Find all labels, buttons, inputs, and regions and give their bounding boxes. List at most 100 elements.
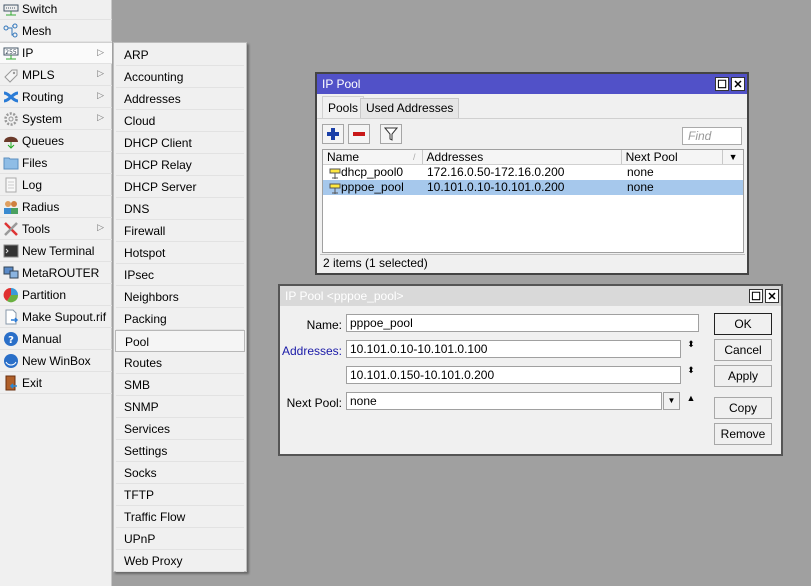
apply-button[interactable]: Apply <box>714 365 772 387</box>
sidebar-item-label: MPLS <box>22 67 55 82</box>
submenu-item-dns[interactable]: DNS <box>116 198 244 220</box>
sidebar-item-tools[interactable]: Tools ▷ <box>0 218 112 240</box>
column-header-addresses[interactable]: Addresses <box>423 150 622 164</box>
submenu-item-pool[interactable]: Pool <box>115 330 245 352</box>
submenu-item-settings[interactable]: Settings <box>116 440 244 462</box>
spin-updown-icon[interactable]: ⬍ <box>685 340 697 357</box>
filter-button[interactable] <box>380 124 402 144</box>
sidebar-item-queues[interactable]: Queues <box>0 130 112 152</box>
next-pool-select[interactable]: none <box>346 392 662 410</box>
submenu-item-neighbors[interactable]: Neighbors <box>116 286 244 308</box>
submenu-item-addresses[interactable]: Addresses <box>116 88 244 110</box>
name-label: Name: <box>306 318 342 332</box>
sidebar-item-switch[interactable]: Switch <box>0 0 112 20</box>
sidebar-item-system[interactable]: System ▷ <box>0 108 112 130</box>
submenu-item-dhcp-relay[interactable]: DHCP Relay <box>116 154 244 176</box>
remove-button[interactable] <box>348 124 370 144</box>
find-input[interactable]: Find <box>682 127 742 145</box>
tools-icon <box>4 221 18 236</box>
table-row[interactable]: dhcp_pool0 172.16.0.50-172.16.0.200 none <box>323 165 743 180</box>
column-header-name[interactable]: Name / <box>323 150 423 164</box>
sidebar-item-metarouter[interactable]: MetaROUTER <box>0 262 112 284</box>
switch-icon <box>3 4 19 15</box>
sidebar-item-radius[interactable]: Radius <box>0 196 112 218</box>
spin-updown-icon[interactable]: ⬍ <box>685 366 697 383</box>
sidebar-item-mpls[interactable]: MPLS ▷ <box>0 64 112 86</box>
submenu-item-arp[interactable]: ARP <box>116 44 244 66</box>
cancel-button[interactable]: Cancel <box>714 339 772 361</box>
close-icon[interactable]: ✕ <box>731 77 745 91</box>
sidebar-item-manual[interactable]: ? Manual <box>0 328 112 350</box>
sidebar-item-ip[interactable]: 255 IP ▷ <box>0 42 112 64</box>
submenu-item-services[interactable]: Services <box>116 418 244 440</box>
submenu-item-ipsec[interactable]: IPsec <box>116 264 244 286</box>
window-titlebar[interactable]: IP Pool ☐ ✕ <box>317 74 747 94</box>
ip-pool-window: IP Pool ☐ ✕ Pools Used Addresses Find Na… <box>315 72 749 275</box>
window-title: IP Pool <box>322 77 361 91</box>
sidebar-item-label: Log <box>22 177 43 192</box>
window-titlebar[interactable]: IP Pool <pppoe_pool> ☐ ✕ <box>280 286 781 306</box>
submenu-arrow-icon: ▷ <box>97 222 104 232</box>
sidebar-item-routing[interactable]: Routing ▷ <box>0 86 112 108</box>
gear-icon <box>4 111 18 126</box>
routing-icon <box>3 91 19 102</box>
sidebar-item-label: MetaROUTER <box>22 265 100 280</box>
ip-icon: 255 <box>3 47 19 60</box>
metarouter-icon <box>3 266 19 278</box>
submenu-item-accounting[interactable]: Accounting <box>116 66 244 88</box>
address-range-field[interactable]: 10.101.0.150-10.101.0.200 <box>346 366 681 384</box>
maximize-icon[interactable]: ☐ <box>715 77 729 91</box>
submenu-item-snmp[interactable]: SNMP <box>116 396 244 418</box>
status-bar: 2 items (1 selected) <box>320 254 745 271</box>
cell-addresses: 172.16.0.50-172.16.0.200 <box>427 165 565 179</box>
add-button[interactable] <box>322 124 344 144</box>
sidebar-item-new-terminal[interactable]: New Terminal <box>0 240 112 262</box>
filter-icon <box>384 127 398 141</box>
submenu-item-socks[interactable]: Socks <box>116 462 244 484</box>
sidebar-item-mesh[interactable]: Mesh <box>0 20 112 42</box>
submenu-item-web-proxy[interactable]: Web Proxy <box>116 550 244 572</box>
sidebar-item-make-supout[interactable]: Make Supout.rif <box>0 306 112 328</box>
sidebar-item-files[interactable]: Files <box>0 152 112 174</box>
name-field[interactable]: pppoe_pool <box>346 314 699 332</box>
table-row[interactable]: pppoe_pool 10.101.0.10-10.101.0.200 none <box>323 180 743 195</box>
cell-name: dhcp_pool0 <box>341 165 404 179</box>
collapse-up-icon[interactable]: ▲ <box>685 394 697 411</box>
sidebar-item-new-winbox[interactable]: New WinBox <box>0 350 112 372</box>
close-icon[interactable]: ✕ <box>765 289 779 303</box>
sidebar-item-log[interactable]: Log <box>0 174 112 196</box>
submenu-item-packing[interactable]: Packing <box>116 308 244 330</box>
submenu-item-cloud[interactable]: Cloud <box>116 110 244 132</box>
address-range-field[interactable]: 10.101.0.10-10.101.0.100 <box>346 340 681 358</box>
exit-door-icon <box>5 375 17 390</box>
sidebar-item-partition[interactable]: Partition <box>0 284 112 306</box>
submenu-item-tftp[interactable]: TFTP <box>116 484 244 506</box>
sidebar-item-exit[interactable]: Exit <box>0 372 112 394</box>
tab-used-addresses[interactable]: Used Addresses <box>360 98 460 118</box>
submenu-item-dhcp-client[interactable]: DHCP Client <box>116 132 244 154</box>
submenu-item-hotspot[interactable]: Hotspot <box>116 242 244 264</box>
sidebar-item-label: New WinBox <box>22 353 91 368</box>
column-header-next-pool[interactable]: Next Pool <box>622 150 724 164</box>
sidebar-item-label: Switch <box>22 1 58 16</box>
sidebar-item-label: Partition <box>22 287 67 302</box>
submenu-item-traffic-flow[interactable]: Traffic Flow <box>116 506 244 528</box>
document-icon <box>5 309 19 324</box>
ok-button[interactable]: OK <box>714 313 772 335</box>
sidebar-item-label: Radius <box>22 199 60 214</box>
pie-icon <box>3 287 19 302</box>
column-menu-icon[interactable]: ▼ <box>723 150 743 164</box>
submenu-item-upnp[interactable]: UPnP <box>116 528 244 550</box>
dropdown-icon[interactable]: ▼ <box>663 392 680 410</box>
remove-button[interactable]: Remove <box>714 423 772 445</box>
submenu-item-firewall[interactable]: Firewall <box>116 220 244 242</box>
submenu-item-dhcp-server[interactable]: DHCP Server <box>116 176 244 198</box>
submenu-item-smb[interactable]: SMB <box>116 374 244 396</box>
minus-icon <box>353 132 365 136</box>
maximize-icon[interactable]: ☐ <box>749 289 763 303</box>
copy-button[interactable]: Copy <box>714 397 772 419</box>
tab-pools[interactable]: Pools <box>322 96 365 118</box>
ip-submenu: ARP Accounting Addresses Cloud DHCP Clie… <box>113 42 247 572</box>
submenu-item-routes[interactable]: Routes <box>116 352 244 374</box>
terminal-icon <box>3 244 19 257</box>
